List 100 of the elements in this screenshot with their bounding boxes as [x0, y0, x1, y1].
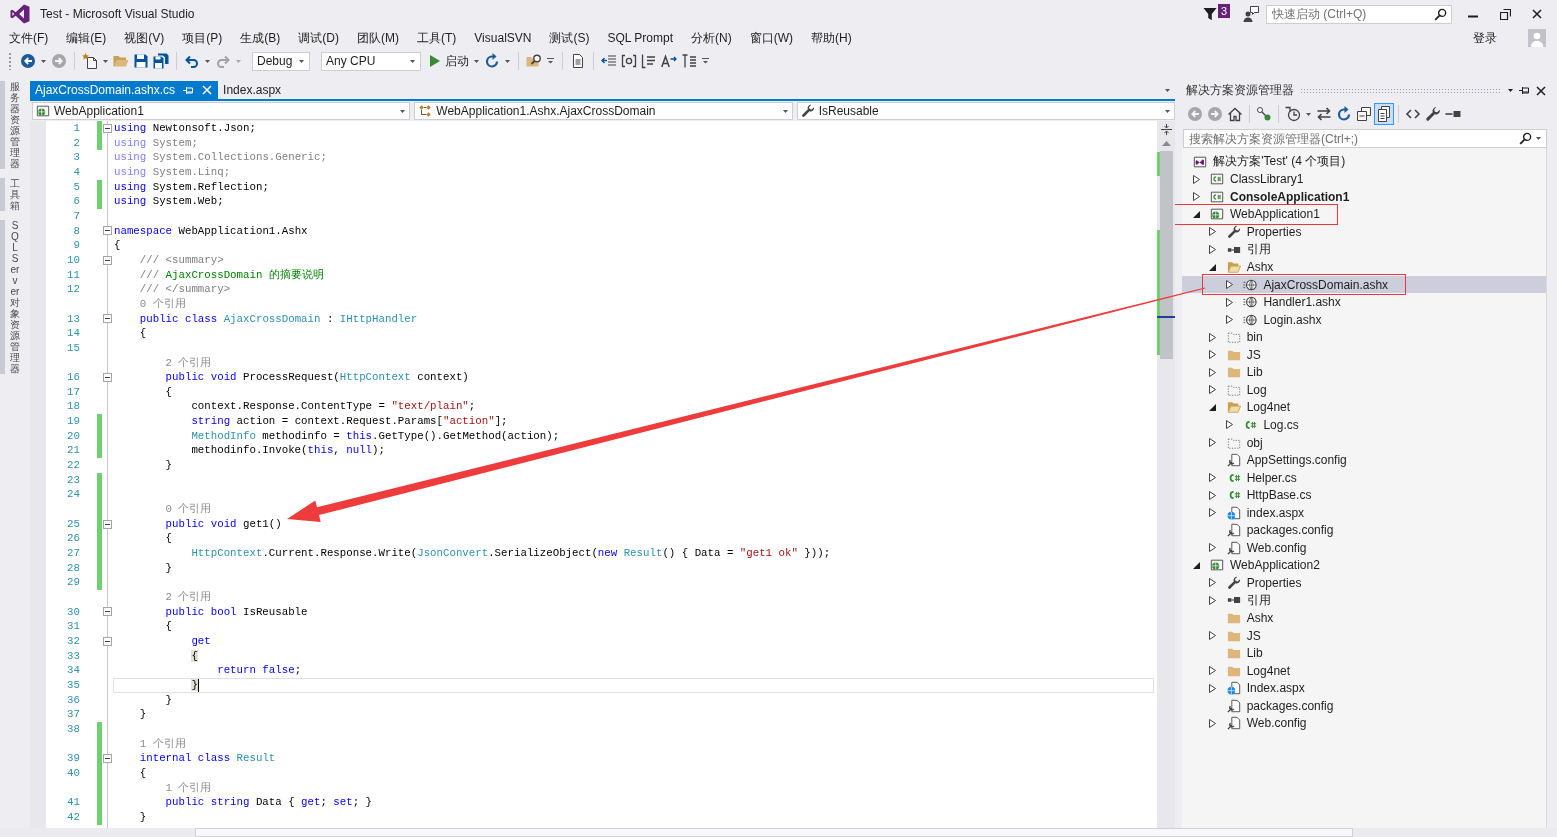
close-icon[interactable] [1532, 9, 1542, 19]
menu-item[interactable]: VisualSVN [465, 31, 541, 45]
side-panel-tab[interactable]: SQL Server 对象资源管理器 [0, 220, 24, 374]
tree-item[interactable]: packages.config [1226, 697, 1334, 715]
collapse-icon[interactable] [103, 636, 112, 646]
expand-arrow-icon[interactable] [1209, 508, 1217, 518]
menu-item[interactable]: 分析(N) [682, 29, 741, 47]
back-icon[interactable] [20, 53, 36, 69]
menu-item[interactable]: 视图(V) [115, 29, 174, 47]
home-icon[interactable] [1227, 106, 1243, 122]
expand-arrow-icon[interactable] [1192, 174, 1200, 184]
tree-item[interactable]: Ashx [1226, 609, 1274, 627]
collapse-icon[interactable] [103, 123, 112, 133]
expand-arrow-icon[interactable] [1192, 192, 1200, 202]
wrench-icon[interactable] [1425, 106, 1441, 122]
collapse-icon[interactable] [103, 607, 112, 617]
tree-item[interactable]: bin [1205, 328, 1263, 346]
navigation-dropdown[interactable]: WebApplication1.Ashx.AjaxCrossDomain [414, 102, 793, 120]
tree-item[interactable]: ClassLibrary1 [1189, 170, 1304, 188]
caret-icon[interactable] [1508, 89, 1513, 92]
overflow-caret-icon[interactable] [547, 58, 554, 64]
tree-item[interactable]: Lib [1205, 363, 1263, 381]
expand-arrow-icon[interactable] [1209, 631, 1217, 641]
expand-arrow-icon[interactable] [1209, 578, 1217, 588]
scrollbar-thumb[interactable] [195, 828, 1353, 837]
collapse-icon[interactable] [103, 519, 112, 529]
toolbar-grip[interactable] [8, 52, 12, 70]
start-button[interactable]: 启动 [424, 50, 471, 72]
tree-item[interactable]: Log4net [1205, 398, 1291, 416]
collapse-icon[interactable] [103, 754, 112, 764]
menu-item[interactable]: 调试(D) [289, 29, 348, 47]
expand-arrow-icon[interactable] [1209, 367, 1217, 377]
tree-item[interactable]: JS [1205, 346, 1261, 364]
expand-arrow-icon[interactable] [1209, 438, 1217, 447]
navigation-dropdown[interactable]: WebApplication1 [32, 102, 411, 120]
expand-arrow-icon[interactable] [1225, 280, 1233, 290]
document-tab[interactable]: Index.aspx [218, 81, 288, 99]
new-item-icon[interactable] [82, 53, 98, 69]
menu-item[interactable]: 编辑(E) [57, 29, 116, 47]
restore-icon[interactable] [1499, 8, 1511, 20]
caret-icon[interactable] [1536, 137, 1541, 140]
tree-item[interactable]: HttpBase.cs [1205, 486, 1312, 504]
dropdown-field[interactable]: Any CPU [321, 51, 421, 71]
tree-item[interactable]: Index.aspx [1205, 679, 1305, 697]
tree-item[interactable]: WebApplication1 [1189, 205, 1320, 223]
reference-count[interactable]: 1 个引用 [165, 780, 212, 796]
menu-item[interactable]: 窗口(W) [740, 29, 803, 47]
expand-arrow-icon[interactable] [1209, 385, 1217, 395]
expand-arrow-icon[interactable] [1209, 227, 1217, 237]
expand-arrow-icon[interactable] [1225, 315, 1233, 325]
caret-icon[interactable] [474, 59, 479, 63]
refresh-icon[interactable] [484, 53, 500, 69]
reference-count[interactable]: 0 个引用 [165, 502, 212, 517]
connected-dots-icon[interactable] [1256, 106, 1272, 122]
overlapping-windows-icon[interactable] [1356, 106, 1372, 122]
person-speech-icon[interactable] [1243, 6, 1259, 22]
expand-arrow-icon[interactable] [1209, 683, 1217, 693]
menu-item[interactable]: 工具(T) [408, 29, 466, 47]
split-icon[interactable] [1160, 124, 1172, 135]
menu-item[interactable]: 帮助(H) [802, 29, 861, 47]
tree-item[interactable]: 引用 [1205, 591, 1271, 609]
expand-arrow-icon[interactable] [1209, 350, 1217, 360]
search-icon[interactable] [1434, 7, 1447, 21]
tree-item[interactable]: WebApplication2 [1189, 556, 1320, 574]
collapse-icon[interactable] [103, 373, 112, 382]
expand-arrow-icon[interactable] [1209, 666, 1217, 676]
tree-item[interactable]: Lib [1226, 644, 1263, 662]
pin-icon[interactable] [1519, 86, 1530, 95]
tree-item[interactable]: AjaxCrossDomain.ashx [1222, 276, 1389, 294]
caret-icon[interactable] [505, 59, 510, 63]
column-lines-icon[interactable] [681, 53, 697, 69]
tree-item[interactable]: index.aspx [1205, 504, 1305, 522]
undo-icon[interactable] [184, 53, 200, 69]
menu-item[interactable]: 测试(S) [540, 29, 599, 47]
search-field[interactable]: 搜索解决方案资源管理器(Ctrl+;) [1183, 129, 1547, 148]
tree-item[interactable]: Log4net [1205, 662, 1291, 680]
expand-arrow-icon[interactable] [1225, 297, 1233, 307]
letter-arrow-icon[interactable] [661, 53, 677, 69]
reference-count[interactable]: 1 个引用 [139, 736, 186, 752]
clock-icon[interactable] [1285, 106, 1301, 122]
collapse-arrow-icon[interactable] [1192, 561, 1200, 569]
expand-arrow-icon[interactable] [1209, 245, 1217, 254]
caret-icon[interactable] [1165, 88, 1170, 92]
close-icon[interactable] [1536, 85, 1546, 96]
tree-item[interactable]: obj [1205, 434, 1263, 451]
menu-item[interactable]: 生成(B) [231, 29, 290, 47]
lines-arrow-icon[interactable] [601, 53, 617, 69]
menu-item[interactable]: 团队(M) [348, 29, 408, 47]
corner-lines-icon[interactable] [641, 53, 657, 69]
scroll-up-icon[interactable] [1161, 141, 1171, 146]
expand-arrow-icon[interactable] [1209, 473, 1217, 483]
save-all-icon[interactable] [153, 53, 169, 69]
caret-icon[interactable] [41, 59, 46, 63]
save-icon[interactable] [133, 53, 149, 69]
side-panel-tab[interactable]: 工具箱 [0, 178, 24, 211]
expand-arrow-icon[interactable] [1209, 332, 1217, 342]
sign-in-link[interactable]: 登录 [1473, 29, 1497, 47]
quick-launch-field[interactable]: 快速启动 (Ctrl+Q) [1266, 4, 1452, 24]
tree-item[interactable]: packages.config [1226, 521, 1334, 539]
side-panel-tab[interactable]: 服务器资源管理器 [0, 81, 24, 169]
